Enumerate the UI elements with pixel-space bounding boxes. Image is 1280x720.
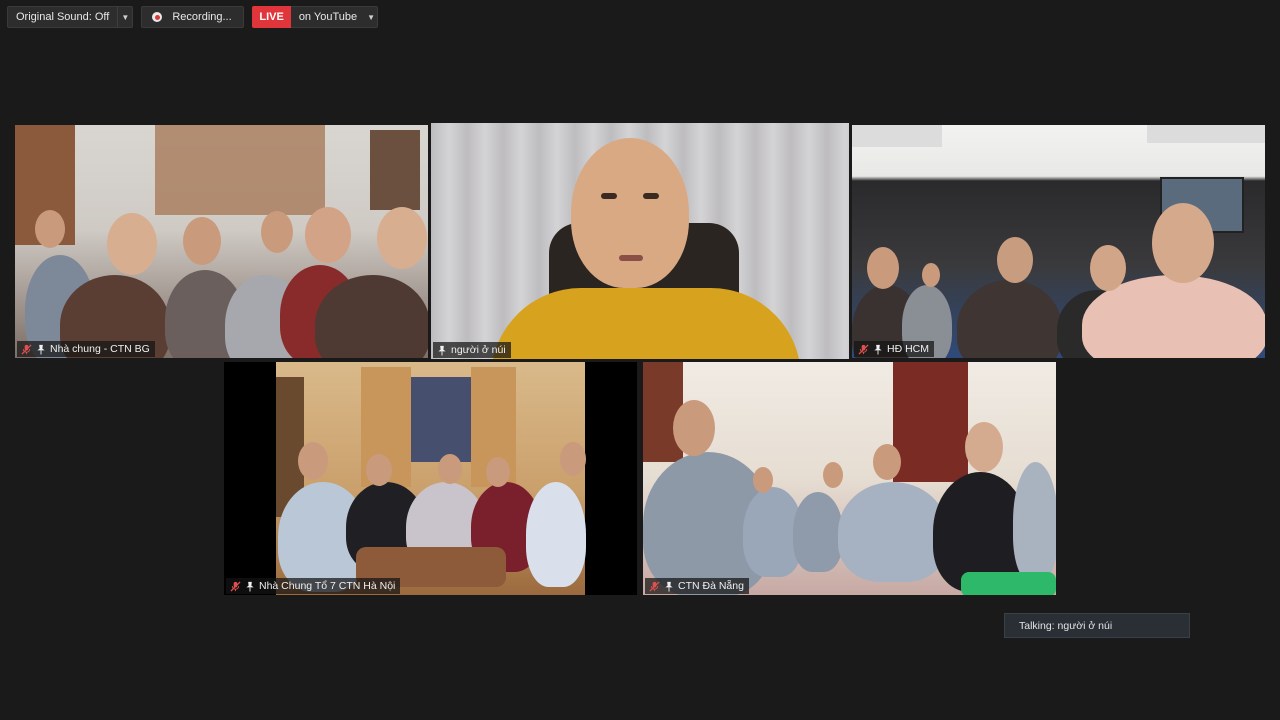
pin-icon (244, 580, 256, 592)
participant-name-tag: Nhà Chung Tổ 7 CTN Hà Nội (226, 578, 401, 594)
participant-name: CTN Đà Nẵng (678, 580, 744, 592)
pin-icon (872, 343, 884, 355)
pin-icon (663, 580, 675, 592)
participant-name-tag: HĐ HCM (854, 341, 934, 357)
talking-label: Talking: người ở núi (1019, 619, 1113, 632)
video-feed (643, 362, 1056, 595)
recording-label: Recording... (172, 11, 232, 23)
mic-muted-icon (648, 580, 660, 592)
live-badge: LIVE (252, 6, 291, 28)
recording-indicator[interactable]: Recording... (141, 6, 245, 28)
video-feed (431, 123, 849, 359)
participant-name-tag: người ở núi (433, 342, 511, 358)
video-feed (276, 362, 586, 595)
video-tile-ctn-da-nang[interactable]: CTN Đà Nẵng (643, 362, 1056, 595)
record-dot-icon (152, 12, 163, 22)
video-tile-nha-chung-to-7-ctn-ha-noi[interactable]: Nhà Chung Tổ 7 CTN Hà Nội (224, 362, 637, 595)
video-feed (852, 125, 1265, 358)
video-tile-nha-chung-ctn-bg[interactable]: Nhà chung - CTN BG (15, 125, 428, 358)
mic-muted-icon (857, 343, 869, 355)
stream-target-label: on YouTube (298, 11, 358, 23)
chevron-down-icon[interactable]: ▼ (365, 7, 377, 27)
participant-name-tag: CTN Đà Nẵng (645, 578, 749, 594)
live-stream-control[interactable]: LIVE on YouTube ▼ (252, 6, 379, 28)
participant-name: người ở núi (451, 344, 506, 356)
video-tile-hd-hcm[interactable]: HĐ HCM (852, 125, 1265, 358)
top-toolbar: Original Sound: Off ▼ Recording... LIVE … (7, 6, 379, 28)
pin-icon (35, 343, 47, 355)
participant-name: Nhà Chung Tổ 7 CTN Hà Nội (259, 580, 396, 592)
chevron-down-icon[interactable]: ▼ (117, 7, 132, 27)
mic-muted-icon (20, 343, 32, 355)
participant-name: HĐ HCM (887, 343, 929, 355)
talking-indicator: Talking: người ở núi (1004, 613, 1190, 638)
stream-target-dropdown[interactable]: on YouTube ▼ (290, 6, 379, 28)
participant-name: Nhà chung - CTN BG (50, 343, 150, 355)
mic-muted-icon (229, 580, 241, 592)
pin-icon (436, 344, 448, 356)
video-tile-nguoi-o-nui[interactable]: người ở núi (431, 123, 849, 359)
original-sound-label: Original Sound: Off (16, 11, 110, 23)
video-feed (15, 125, 428, 358)
original-sound-button[interactable]: Original Sound: Off ▼ (7, 6, 134, 28)
participant-name-tag: Nhà chung - CTN BG (17, 341, 155, 357)
